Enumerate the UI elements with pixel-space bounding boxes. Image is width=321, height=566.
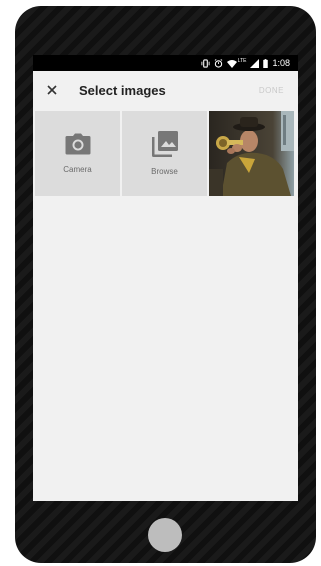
network-type: LTE	[237, 57, 247, 64]
home-button[interactable]	[148, 518, 182, 552]
battery-icon	[263, 58, 269, 68]
trumpet-player-photo	[209, 111, 294, 196]
close-icon	[47, 85, 57, 95]
signal-icon	[250, 58, 260, 68]
status-time: 1:08	[272, 58, 290, 68]
done-button[interactable]: DONE	[259, 86, 284, 95]
photo-thumbnail[interactable]	[209, 111, 294, 196]
page-title: Select images	[79, 82, 166, 98]
gallery-icon	[151, 131, 178, 157]
vibrate-icon	[201, 58, 210, 68]
camera-label: Camera	[63, 165, 92, 174]
camera-tile[interactable]: Camera	[35, 111, 120, 196]
camera-icon	[65, 133, 90, 155]
wifi-icon	[226, 59, 237, 68]
image-grid: Camera Browse	[35, 111, 298, 196]
browse-label: Browse	[151, 167, 178, 176]
close-button[interactable]	[33, 71, 71, 109]
screen: LTE 1:08 Select images DONE Camera Brows…	[33, 55, 298, 501]
browse-tile[interactable]: Browse	[122, 111, 207, 196]
status-bar: LTE 1:08	[33, 55, 298, 71]
app-bar: Select images DONE	[33, 71, 298, 109]
alarm-icon	[214, 58, 223, 68]
